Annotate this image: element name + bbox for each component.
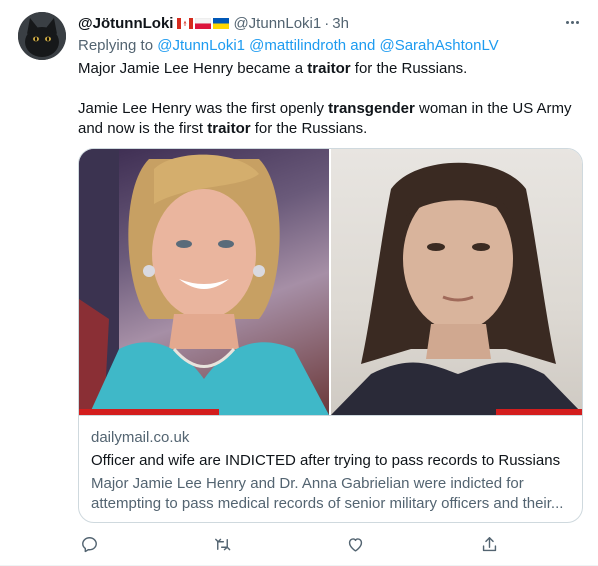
separator-dot: · bbox=[324, 14, 330, 32]
flag-emojis bbox=[177, 17, 230, 29]
tweet[interactable]: @JötunnLoki @JtunnLoki1 · 3h Replying to… bbox=[0, 0, 598, 566]
card-body[interactable]: dailymail.co.uk Officer and wife are IND… bbox=[79, 415, 582, 522]
portrait-right-image bbox=[331, 162, 582, 415]
share-icon bbox=[482, 536, 496, 551]
link-card[interactable]: dailymail.co.uk Officer and wife are IND… bbox=[78, 148, 583, 523]
card-domain: dailymail.co.uk bbox=[91, 429, 190, 446]
mention-conjunction[interactable]: and bbox=[350, 37, 375, 54]
cat-avatar-icon bbox=[18, 12, 66, 60]
card-description-line-2: attempting to pass medical records of se… bbox=[91, 495, 564, 512]
tweet-paragraph-1: Major Jamie Lee Henry became a traitor f… bbox=[78, 60, 468, 77]
card-description-line-1: Major Jamie Lee Henry and Dr. Anna Gabri… bbox=[91, 475, 524, 492]
reply-button[interactable] bbox=[78, 533, 100, 555]
card-image-left bbox=[79, 149, 329, 415]
canada-flag-icon bbox=[177, 17, 194, 29]
mention-jtunnloki1[interactable]: @JtunnLoki1 bbox=[157, 37, 245, 54]
avatar[interactable] bbox=[18, 12, 66, 60]
like-button[interactable] bbox=[344, 533, 366, 555]
tweet-text: Major Jamie Lee Henry became a traitor f… bbox=[78, 59, 583, 139]
portrait-left-image bbox=[79, 149, 329, 415]
card-description: Major Jamie Lee Henry and Dr. Anna Gabri… bbox=[91, 474, 572, 514]
card-title[interactable]: Officer and wife are INDICTED after tryi… bbox=[91, 451, 572, 471]
mention-sarahashtonlv[interactable]: @SarahAshtonLV bbox=[379, 37, 498, 54]
card-media[interactable] bbox=[79, 149, 582, 415]
card-image-right bbox=[331, 149, 582, 415]
tweet-paragraph-2: Jamie Lee Henry was the first openly tra… bbox=[78, 100, 572, 137]
share-button[interactable] bbox=[478, 533, 500, 555]
timestamp[interactable]: 3h bbox=[332, 15, 349, 32]
display-name[interactable]: @JötunnLoki bbox=[78, 15, 173, 32]
replying-to-label: Replying to bbox=[78, 37, 154, 54]
retweet-icon bbox=[214, 538, 230, 550]
more-options-icon[interactable] bbox=[562, 14, 582, 30]
ukraine-flag-icon bbox=[213, 17, 230, 29]
poland-flag-icon bbox=[195, 17, 212, 29]
retweet-button[interactable] bbox=[211, 533, 233, 555]
replying-to-line: Replying to @JtunnLoki1 @mattilindroth a… bbox=[78, 37, 499, 54]
like-icon bbox=[348, 537, 362, 552]
tweet-actions bbox=[78, 533, 583, 555]
handle[interactable]: @JtunnLoki1 bbox=[233, 15, 321, 32]
tweet-header: @JötunnLoki @JtunnLoki1 · 3h bbox=[78, 13, 349, 33]
reply-icon bbox=[81, 536, 97, 552]
mention-mattilindroth[interactable]: @mattilindroth bbox=[249, 37, 346, 54]
